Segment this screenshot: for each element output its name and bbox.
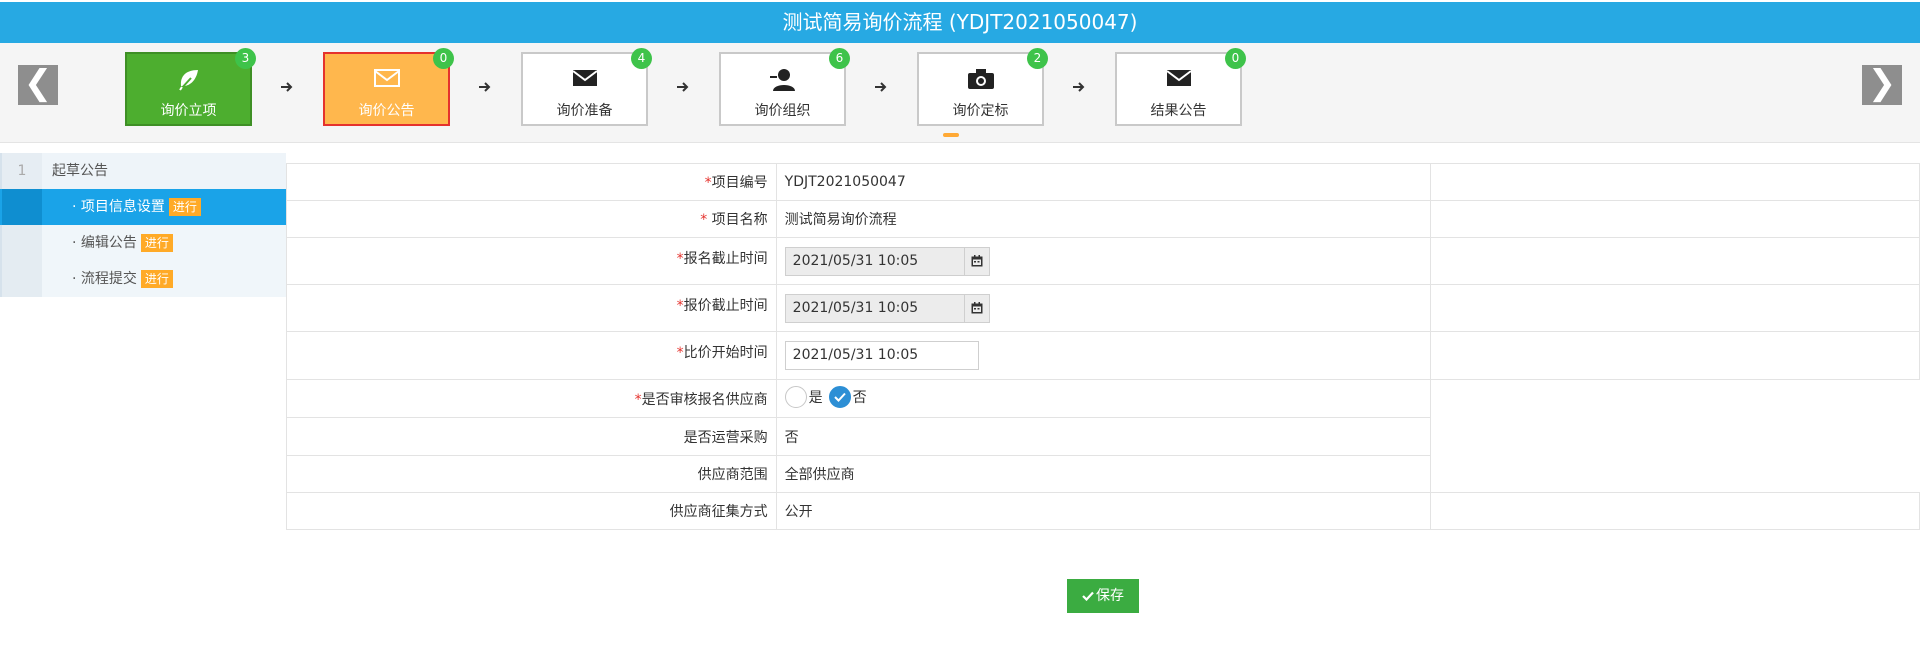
field-label: 供应商征集方式 (669, 504, 768, 520)
step-count-badge: 2 (1027, 48, 1048, 69)
form-row-quote-deadline: *报价截止时间 2021/05/31 10:05 (286, 284, 1920, 332)
next-arrow-button[interactable]: ❯ (1862, 65, 1902, 105)
step-label: 询价公告 (358, 103, 415, 119)
field-label: 项目编号 (711, 175, 768, 191)
calendar-icon[interactable] (963, 294, 989, 322)
status-badge: 进行 (140, 234, 173, 252)
field-label: 是否运营采购 (683, 429, 768, 446)
prev-arrow-button[interactable]: ❮ (18, 65, 58, 105)
status-badge: 进行 (140, 270, 173, 288)
step-result-announcement[interactable]: 结果公告 0 (1115, 48, 1246, 126)
arrow-right-icon (875, 82, 887, 92)
step-label: 询价立项 (160, 103, 217, 119)
calendar-icon[interactable] (963, 247, 989, 275)
sidebar-item-edit-announcement[interactable]: · 编辑公告 进行 (0, 225, 286, 261)
process-steps-bar: ❮ 询价立项 3 询价公告 0 询价准备 4 询价组织 6 询价定标 2 结果公… (0, 43, 1920, 143)
project-info-form: *项目编号 YDJT2021050047 * 项目名称 测试简易询价流程 *报名… (286, 163, 1920, 530)
quote-deadline-field[interactable]: 2021/05/31 10:05 (784, 293, 990, 323)
form-row-supplier-scope: 供应商范围 全部供应商 (286, 455, 1920, 493)
step-count-badge: 0 (1225, 48, 1246, 69)
step-count-badge: 6 (829, 48, 850, 69)
field-label: 项目名称 (711, 212, 768, 228)
save-label: 保存 (1096, 588, 1124, 604)
group-number: 1 (2, 153, 42, 189)
field-label: 供应商范围 (697, 467, 768, 483)
sidebar-item-flow-submit[interactable]: · 流程提交 进行 (0, 261, 286, 297)
radio-no-label: 否 (852, 389, 867, 406)
review-supplier-radio-group: 是 否 (784, 385, 873, 408)
form-row-ops-purchase: 是否运营采购 否 (286, 417, 1920, 456)
arrow-right-icon (479, 82, 491, 92)
radio-yes[interactable] (784, 385, 807, 408)
step-inquiry-organization[interactable]: 询价组织 6 (719, 48, 850, 126)
radio-no[interactable] (828, 385, 851, 408)
sidebar: 1 起草公告 · 项目信息设置 进行 · 编辑公告 进行 · 流程提交 进行 (0, 153, 286, 297)
form-row-project-no: *项目编号 YDJT2021050047 (286, 163, 1920, 201)
signup-deadline-field[interactable]: 2021/05/31 10:05 (784, 246, 990, 276)
field-label: 是否审核报名供应商 (641, 391, 768, 408)
form-row-project-name: * 项目名称 测试简易询价流程 (286, 200, 1920, 238)
form-row-review-supplier: *是否审核报名供应商 是 否 (286, 379, 1920, 418)
sidebar-item-label: · 流程提交 (72, 271, 137, 287)
step-label: 询价组织 (754, 103, 811, 119)
form-row-signup-deadline: *报名截止时间 2021/05/31 10:05 (286, 237, 1920, 285)
date-value: 2021/05/31 10:05 (792, 253, 919, 269)
current-step-indicator (943, 133, 959, 137)
compare-start-input[interactable]: 2021/05/31 10:05 (784, 341, 979, 370)
sidebar-item-label: · 编辑公告 (72, 235, 137, 251)
field-label: 比价开始时间 (683, 345, 768, 361)
envelope-icon (523, 68, 646, 92)
step-label: 结果公告 (1150, 103, 1207, 119)
form-row-supplier-collect: 供应商征集方式 公开 (286, 492, 1920, 530)
date-value: 2021/05/31 10:05 (792, 300, 919, 316)
step-count-badge: 4 (631, 48, 652, 69)
arrow-right-icon (281, 82, 293, 92)
check-icon (833, 392, 846, 402)
envelope-icon (1117, 68, 1240, 92)
check-icon (1082, 591, 1094, 602)
step-label: 询价定标 (952, 103, 1009, 119)
step-count-badge: 0 (433, 48, 454, 69)
camera-icon (919, 68, 1042, 92)
form-row-compare-start: *比价开始时间 2021/05/31 10:05 (286, 331, 1920, 380)
field-label: 报价截止时间 (683, 298, 768, 314)
step-inquiry-announcement[interactable]: 询价公告 0 (323, 48, 454, 126)
step-label: 询价准备 (556, 103, 613, 119)
sidebar-item-label: · 项目信息设置 (72, 199, 165, 215)
field-label: 报名截止时间 (683, 251, 768, 267)
radio-yes-label: 是 (808, 389, 823, 406)
project-no-value: YDJT2021050047 (775, 163, 1432, 201)
supplier-scope-value: 全部供应商 (775, 455, 1432, 493)
supplier-collect-value: 公开 (775, 492, 1432, 530)
status-badge: 进行 (168, 198, 201, 216)
envelope-icon (325, 68, 448, 92)
sidebar-item-project-info[interactable]: · 项目信息设置 进行 (0, 189, 286, 225)
arrow-right-icon (677, 82, 689, 92)
leaf-icon (127, 68, 250, 92)
page-title: 测试简易询价流程 (YDJT2021050047) (0, 2, 1920, 43)
save-button[interactable]: 保存 (1067, 579, 1139, 613)
project-name-value: 测试简易询价流程 (775, 200, 1432, 238)
step-count-badge: 3 (235, 48, 256, 69)
ops-purchase-value: 否 (775, 417, 1432, 456)
sidebar-group-label: 起草公告 (52, 163, 108, 179)
user-icon (721, 68, 844, 92)
step-inquiry-award[interactable]: 询价定标 2 (917, 48, 1048, 126)
arrow-right-icon (1073, 82, 1085, 92)
step-inquiry-initiation[interactable]: 询价立项 3 (125, 48, 256, 126)
sidebar-group-draft-announcement[interactable]: 1 起草公告 (0, 153, 286, 189)
step-inquiry-preparation[interactable]: 询价准备 4 (521, 48, 652, 126)
